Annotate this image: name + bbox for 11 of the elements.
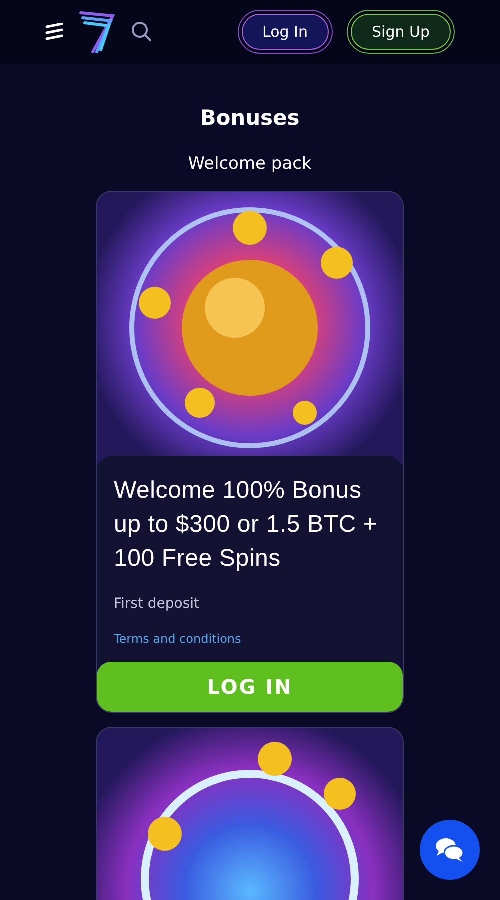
login-button[interactable]: Log In <box>242 14 329 50</box>
bonus-subtitle: First deposit <box>114 596 201 612</box>
search-icon[interactable] <box>131 21 153 43</box>
signup-button[interactable]: Sign Up <box>351 14 451 50</box>
section-title: Welcome pack <box>188 154 312 174</box>
menu-icon[interactable] <box>45 23 65 41</box>
logo-icon[interactable] <box>79 10 117 54</box>
bonus-title: Welcome 100% Bonus up to $300 or 1.5 BTC + 100 Free Spins <box>114 476 379 574</box>
chat-bubbles-icon <box>435 837 465 863</box>
terms-link[interactable]: Terms and conditions <box>114 632 386 646</box>
page-title: Bonuses <box>200 106 300 130</box>
